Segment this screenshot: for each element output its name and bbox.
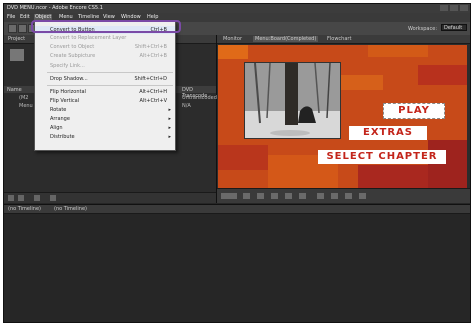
menu-item-flip-horizontal[interactable]: Flip Horizontal Alt+Ctrl+H: [35, 88, 175, 96]
menu-item-label: Specify Link...: [50, 63, 85, 69]
bg-block: [418, 65, 467, 85]
play-button[interactable]: PLAY: [383, 103, 445, 119]
menu-item-label: Rotate: [50, 107, 67, 113]
menu-edit[interactable]: Edit: [20, 14, 30, 20]
menu-item-convert-to-replacement-layer[interactable]: Convert to Replacement Layer: [35, 34, 175, 42]
trash-icon[interactable]: [50, 195, 56, 201]
project-thumbnail: [10, 49, 24, 61]
find-icon[interactable]: [34, 195, 40, 201]
show-active-icon[interactable]: [271, 193, 278, 199]
tab-project[interactable]: Project: [8, 36, 25, 42]
menu-photo: [244, 62, 341, 139]
show-selected-icon[interactable]: [285, 193, 292, 199]
preview-icon[interactable]: [317, 193, 324, 199]
menu-item-label: Flip Horizontal: [50, 89, 86, 95]
submenu-arrow-icon: ▸: [168, 125, 171, 131]
bg-block: [218, 45, 248, 59]
menu-item-label: Distribute: [50, 134, 75, 140]
menu-item-label: Create Subpicture: [50, 53, 96, 59]
menu-canvas[interactable]: PLAY EXTRAS SELECT CHAPTER: [218, 45, 467, 188]
menu-item-label: Align: [50, 125, 63, 131]
column-name[interactable]: Name: [7, 87, 22, 93]
menu-item-flip-vertical[interactable]: Flip Vertical Alt+Ctrl+V: [35, 97, 175, 105]
menu-item-drop-shadow[interactable]: Drop Shadow... Shift+Ctrl+D: [35, 75, 175, 83]
app-window: DVD MENU.ncor - Adobe Encore CS5.1 File …: [3, 3, 471, 323]
menu-file[interactable]: File: [7, 14, 15, 20]
zoom-field[interactable]: [221, 193, 237, 199]
workspace-select[interactable]: Default: [441, 24, 467, 31]
new-item-icon[interactable]: [8, 195, 14, 201]
menu-item-specify-link[interactable]: Specify Link...: [35, 62, 175, 70]
timeline-panel: (no Timeline) (no Timeline): [4, 204, 470, 322]
bg-block: [338, 75, 383, 90]
menu-separator: [47, 72, 173, 73]
tab-menu-board[interactable]: Menu:Board(Completed): [253, 36, 319, 42]
menu-item-label: Arrange: [50, 116, 70, 122]
submenu-arrow-icon: ▸: [168, 116, 171, 122]
select-chapter-button[interactable]: SELECT CHAPTER: [318, 150, 446, 164]
object-menu-dropdown: Convert to Button Ctrl+B Convert to Repl…: [34, 21, 176, 151]
tab-timeline-2[interactable]: (no Timeline): [54, 206, 87, 212]
bg-block: [218, 145, 268, 170]
grid-icon[interactable]: [359, 193, 366, 199]
submenu-arrow-icon: ▸: [168, 134, 171, 140]
bg-block: [368, 45, 428, 57]
submenu-arrow-icon: ▸: [168, 107, 171, 113]
menu-item-label: Drop Shadow...: [50, 76, 88, 82]
safe-area-icon[interactable]: [243, 193, 250, 199]
menu-item-shortcut: Alt+Ctrl+H: [139, 89, 167, 95]
row-name: Menu: [19, 103, 33, 109]
menu-item-label: Convert to Replacement Layer: [50, 35, 127, 41]
menu-item-label: Convert to Object: [50, 44, 95, 50]
selection-tool-icon[interactable]: [8, 24, 17, 33]
menu-item-shortcut: Alt+Ctrl+B: [139, 53, 167, 59]
tab-flowchart[interactable]: Flowchart: [327, 36, 351, 42]
menu-item-create-subpicture[interactable]: Create Subpicture Alt+Ctrl+B: [35, 52, 175, 60]
menu-item-rotate[interactable]: Rotate ▸: [35, 106, 175, 114]
edit-photoshop-icon[interactable]: [331, 193, 338, 199]
bg-block: [358, 165, 428, 188]
snow-forest-image: [245, 63, 340, 138]
extras-button[interactable]: EXTRAS: [349, 126, 427, 140]
project-panel-footer: [4, 192, 216, 203]
button-routing-icon[interactable]: [257, 193, 264, 199]
row-status: Untranscoded: [182, 95, 217, 101]
menu-editor-toolbar: [217, 188, 470, 203]
title-bar: DVD MENU.ncor - Adobe Encore CS5.1: [4, 4, 470, 13]
menu-item-convert-to-object[interactable]: Convert to Object Shift+Ctrl+B: [35, 43, 175, 51]
window-title: DVD MENU.ncor - Adobe Encore CS5.1: [7, 5, 103, 11]
row-status: N/A: [182, 103, 191, 109]
tab-timeline-1[interactable]: (no Timeline): [8, 206, 41, 212]
bg-block: [428, 140, 467, 188]
direct-select-tool-icon[interactable]: [18, 24, 27, 33]
menu-item-shortcut: Alt+Ctrl+V: [139, 98, 167, 104]
menu-separator: [47, 85, 173, 86]
menu-item-arrange[interactable]: Arrange ▸: [35, 115, 175, 123]
menu-item-distribute[interactable]: Distribute ▸: [35, 133, 175, 141]
menu-item-shortcut: Shift+Ctrl+B: [134, 44, 167, 50]
tab-monitor[interactable]: Monitor: [223, 36, 242, 42]
minimize-button[interactable]: [440, 5, 448, 11]
show-normal-icon[interactable]: [299, 193, 306, 199]
close-button[interactable]: [460, 5, 468, 11]
maximize-button[interactable]: [450, 5, 458, 11]
highlight-outline: [31, 20, 181, 33]
folder-icon[interactable]: [18, 195, 24, 201]
guides-icon[interactable]: [345, 193, 352, 199]
menu-item-align[interactable]: Align ▸: [35, 124, 175, 132]
menu-editor-panel: Monitor Menu:Board(Completed) Flowchart: [217, 35, 470, 203]
workspace-label: Workspace:: [407, 26, 437, 32]
menu-item-shortcut: Shift+Ctrl+D: [134, 76, 168, 82]
menu-item-label: Flip Vertical: [50, 98, 80, 104]
row-name: (M2: [19, 95, 29, 101]
